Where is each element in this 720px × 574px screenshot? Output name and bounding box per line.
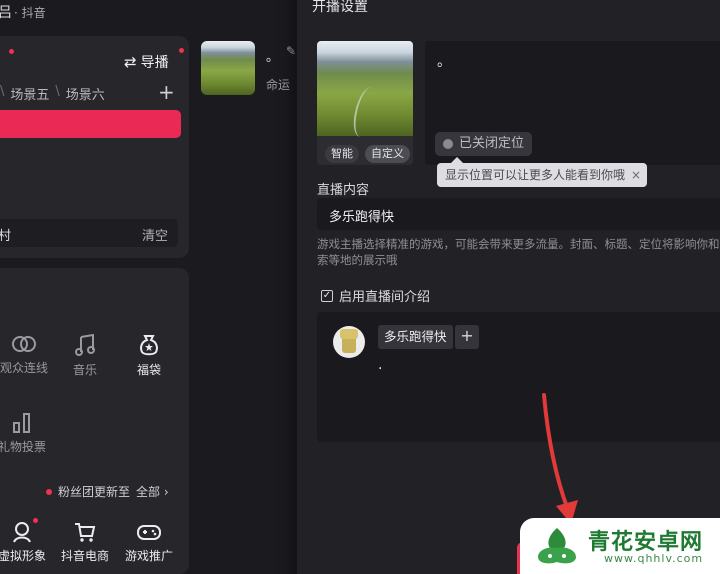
watermark-url: www.qhhlv.com bbox=[604, 552, 704, 565]
live-content-label: 直播内容 bbox=[317, 183, 370, 198]
location-toggle-button[interactable]: 已关闭定位 bbox=[435, 132, 533, 156]
scene-tab-5[interactable]: 场景五 bbox=[10, 84, 49, 103]
tool-music[interactable]: 音乐 bbox=[55, 333, 115, 378]
tool-lucky-bag[interactable]: 福袋 bbox=[119, 333, 179, 378]
stream-subtitle: 命运 bbox=[266, 78, 291, 92]
location-tooltip: 显示位置可以让更多人能看到你哦 × bbox=[437, 157, 648, 187]
fans-update-label: 粉丝团更新至 bbox=[58, 485, 131, 499]
tool-game-promo[interactable]: 游戏推广 bbox=[119, 521, 179, 564]
source-row: 村 清空 bbox=[0, 219, 178, 247]
avatar-notification-dot bbox=[33, 518, 38, 523]
guide-notification-dot bbox=[179, 48, 184, 53]
avatar-icon bbox=[13, 522, 31, 543]
guide-button[interactable]: ⇄ 导播 bbox=[124, 52, 169, 72]
edit-icon[interactable]: ✎ bbox=[286, 44, 296, 58]
title-bar: 吕 · 抖音 bbox=[0, 0, 300, 24]
watermark-logo-icon bbox=[538, 528, 576, 564]
tool-ecommerce[interactable]: 抖音电商 bbox=[55, 521, 115, 564]
intro-checkbox-label: 启用直播间介绍 bbox=[339, 290, 431, 305]
intro-checkbox[interactable]: ✓ bbox=[321, 289, 333, 302]
app-logo-icon: 吕 bbox=[0, 5, 12, 21]
intro-game-tag[interactable]: 多乐跑得快 bbox=[378, 325, 453, 349]
gamepad-icon bbox=[137, 525, 161, 540]
location-button-label: 已关闭定位 bbox=[459, 136, 525, 151]
add-scene-button[interactable]: + bbox=[158, 80, 175, 104]
location-status-icon bbox=[443, 139, 453, 149]
fans-all-link[interactable]: 全部 › bbox=[136, 483, 169, 500]
start-live-button[interactable] bbox=[0, 110, 181, 138]
live-settings-dialog: 开播设置 智能 自定义 。 已关闭定位 显示位置可以让更多人能看到你哦 × 直播… bbox=[297, 0, 720, 574]
intro-editor[interactable]: 多乐跑得快 + . bbox=[317, 312, 720, 442]
cart-icon bbox=[75, 523, 96, 542]
game-hint-text: 游戏主播选择精准的游戏，可能会带来更多流量。封面、标题、定位将影响你和搜索等地的… bbox=[317, 237, 720, 267]
anchor-avatar bbox=[333, 326, 365, 358]
fans-dot bbox=[46, 488, 52, 495]
source-row-label: 村 bbox=[0, 229, 12, 244]
stream-title: 。 bbox=[266, 50, 280, 65]
cover-custom-button[interactable]: 自定义 bbox=[365, 145, 410, 163]
add-tag-button[interactable]: + bbox=[455, 325, 479, 349]
game-select-value: 多乐跑得快 bbox=[329, 210, 395, 225]
location-tooltip-text: 显示位置可以让更多人能看到你哦 bbox=[445, 168, 626, 182]
avatar-head bbox=[340, 329, 358, 339]
swap-icon: ⇄ bbox=[124, 53, 137, 71]
tool-virtual-avatar[interactable]: 虚拟形象 bbox=[0, 521, 52, 564]
gift-vote-icon bbox=[13, 413, 30, 433]
tooltip-close-icon[interactable]: × bbox=[631, 163, 641, 187]
cover-image[interactable]: 智能 自定义 bbox=[317, 41, 413, 165]
scene-tabs: \ 场景五 \ 场景六 bbox=[0, 84, 105, 103]
watermark: 青花安卓网 www.qhhlv.com bbox=[520, 518, 720, 574]
clear-button[interactable]: 清空 bbox=[142, 225, 168, 244]
lucky-bag-icon bbox=[140, 335, 158, 356]
game-select-field[interactable]: 多乐跑得快 bbox=[317, 198, 720, 230]
app-name: · 抖音 bbox=[14, 6, 46, 20]
cover-smart-button[interactable]: 智能 bbox=[325, 145, 359, 163]
dialog-title: 开播设置 bbox=[312, 0, 368, 15]
music-icon bbox=[75, 333, 95, 356]
title-input-value: 。 bbox=[437, 54, 451, 70]
fans-update[interactable]: 粉丝团更新至 全部 › bbox=[46, 483, 169, 500]
notification-dot bbox=[9, 49, 14, 54]
stream-cover-thumbnail[interactable] bbox=[201, 41, 255, 95]
tool-audience-link[interactable]: 观众连线 bbox=[0, 333, 54, 376]
tool-gift-vote[interactable]: 礼物投票 bbox=[0, 410, 52, 455]
guide-label: 导播 bbox=[140, 55, 169, 71]
intro-checkbox-row[interactable]: ✓ 启用直播间介绍 bbox=[321, 286, 430, 305]
audience-link-icon bbox=[12, 336, 36, 352]
intro-text-value: . bbox=[378, 357, 383, 373]
scene-tab-6[interactable]: 场景六 bbox=[66, 84, 105, 103]
